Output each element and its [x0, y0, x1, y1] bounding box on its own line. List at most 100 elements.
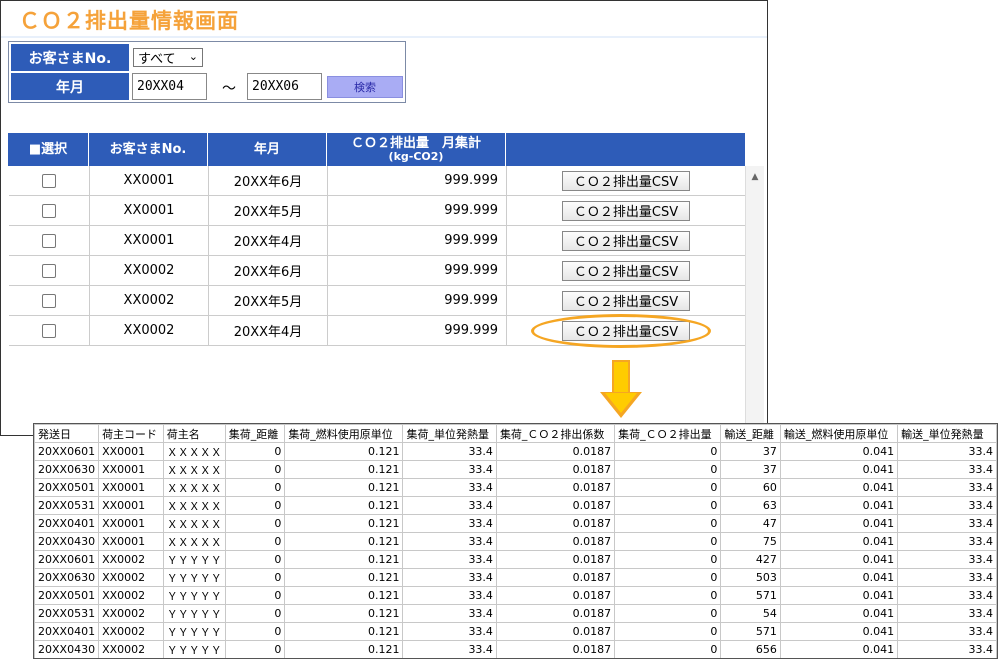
co2-csv-button[interactable]: ＣＯ２排出量CSV	[562, 290, 690, 311]
customer-select[interactable]: すべて ⌄	[133, 48, 203, 67]
csv-cell: 20XX0401	[34, 514, 100, 533]
row-checkbox[interactable]	[42, 293, 56, 308]
row-checkbox[interactable]	[42, 263, 56, 278]
csv-cell: 33.4	[402, 442, 497, 461]
csv-cell: 0.0187	[495, 532, 616, 551]
csv-cell: 0.121	[284, 442, 404, 461]
csv-cell: 0.041	[779, 604, 899, 623]
csv-cell: 33.4	[402, 640, 497, 658]
csv-button-highlight	[531, 314, 711, 348]
csv-cell: 33.4	[897, 478, 997, 497]
csv-cell: 20XX0501	[34, 586, 100, 605]
co2-csv-button[interactable]: ＣＯ２排出量CSV	[562, 170, 690, 191]
csv-row: 20XX0401 XX0002 ＹＹＹＹＹ 0 0.121 33.4 0.0187 0 571 0…	[34, 622, 997, 641]
select-cell	[9, 256, 90, 285]
csv-header-cell: 集荷_単位発熱量	[402, 424, 497, 443]
csv-cell: 33.4	[897, 514, 997, 533]
csv-cell: XX0002	[98, 604, 164, 623]
month-cell: 20XX年6月	[209, 166, 328, 195]
header-customer: お客さまNo.	[89, 133, 208, 166]
csv-cell: 0	[614, 568, 722, 587]
row-checkbox[interactable]	[42, 173, 56, 188]
header-co2-unit: (kg-CO2)	[388, 149, 444, 163]
csv-cell: 33.4	[402, 568, 497, 587]
filter-panel: お客さまNo. すべて ⌄ 年月 20XX04 ～ 20XX06 検索	[8, 41, 406, 103]
csv-cell: XX0001	[98, 478, 164, 497]
csv-row: 20XX0501 XX0001 ＸＸＸＸＸ 0 0.121 33.4 0.0187 0 60 0.…	[34, 478, 997, 497]
csv-cell: 0.0187	[495, 604, 616, 623]
action-cell: ＣＯ２排出量CSV	[507, 256, 746, 285]
csv-cell: 33.4	[897, 586, 997, 605]
csv-cell: 20XX0501	[34, 478, 100, 497]
page-title: ＣＯ２排出量情報画面	[19, 9, 239, 33]
csv-cell: 0.121	[284, 460, 404, 479]
csv-cell: ＸＸＸＸＸ	[162, 442, 226, 461]
csv-cell: 0.121	[284, 640, 404, 658]
csv-cell: 0.041	[779, 550, 899, 569]
csv-cell: 0	[224, 550, 286, 569]
down-arrow-icon	[612, 360, 630, 394]
csv-cell: 0.041	[779, 622, 899, 641]
row-checkbox[interactable]	[42, 203, 56, 218]
table-row: XX0001 20XX年4月 999.999 ＣＯ２排出量CSV	[9, 226, 746, 256]
csv-cell: 0.121	[284, 604, 404, 623]
csv-cell: XX0001	[98, 496, 164, 515]
csv-header-cell: 荷主名	[162, 424, 226, 443]
csv-header-cell: 発送日	[34, 424, 100, 443]
csv-cell: 20XX0601	[34, 442, 100, 461]
csv-cell: 0	[224, 586, 286, 605]
csv-cell: 0.041	[779, 460, 899, 479]
csv-cell: ＹＹＹＹＹ	[162, 622, 226, 641]
csv-cell: XX0002	[98, 586, 164, 605]
header-action	[506, 133, 745, 166]
month-to-input[interactable]: 20XX06	[247, 73, 322, 100]
csv-cell: 37	[720, 460, 781, 479]
co2-value-cell: 999.999	[328, 196, 507, 225]
csv-cell: 20XX0630	[34, 460, 100, 479]
csv-cell: 0	[614, 604, 722, 623]
triangle-up-icon[interactable]: ▲	[746, 172, 764, 182]
csv-row: 20XX0601 XX0001 ＸＸＸＸＸ 0 0.121 33.4 0.0187 0 37 0.…	[34, 442, 997, 461]
csv-row: 20XX0531 XX0002 ＹＹＹＹＹ 0 0.121 33.4 0.0187 0 54 0.…	[34, 604, 997, 623]
co2-csv-button[interactable]: ＣＯ２排出量CSV	[562, 200, 690, 221]
csv-cell: 0	[224, 478, 286, 497]
month-from-input[interactable]: 20XX04	[132, 73, 207, 100]
customer-cell: XX0001	[90, 226, 209, 255]
csv-cell: 0	[224, 496, 286, 515]
csv-cell: 33.4	[897, 442, 997, 461]
vertical-scrollbar[interactable]: ▲	[745, 166, 764, 426]
co2-value-cell: 999.999	[328, 286, 507, 315]
csv-cell: 427	[720, 550, 781, 569]
csv-cell: 0.041	[779, 640, 899, 658]
co2-csv-button[interactable]: ＣＯ２排出量CSV	[562, 260, 690, 281]
customer-cell: XX0002	[90, 316, 209, 345]
csv-cell: 20XX0430	[34, 532, 100, 551]
month-cell: 20XX年4月	[209, 226, 328, 255]
csv-cell: 0.121	[284, 478, 404, 497]
csv-cell: 0.041	[779, 496, 899, 515]
csv-cell: ＹＹＹＹＹ	[162, 640, 226, 658]
header-co2: ＣＯ２排出量 月集計 (kg-CO2)	[327, 133, 506, 166]
csv-cell: 0	[614, 622, 722, 641]
range-separator: ～	[222, 81, 236, 97]
csv-cell: 63	[720, 496, 781, 515]
csv-cell: 656	[720, 640, 781, 658]
down-arrow-head-fill	[605, 393, 637, 413]
header-select[interactable]: ■選択	[8, 133, 89, 166]
csv-cell: ＹＹＹＹＹ	[162, 604, 226, 623]
table-row: XX0001 20XX年6月 999.999 ＣＯ２排出量CSV	[9, 166, 746, 196]
header-month: 年月	[208, 133, 327, 166]
csv-cell: 33.4	[402, 532, 497, 551]
csv-cell: 33.4	[897, 604, 997, 623]
table-header: ■選択 お客さまNo. 年月 ＣＯ２排出量 月集計 (kg-CO2)	[8, 133, 745, 166]
month-cell: 20XX年4月	[209, 316, 328, 345]
csv-header-cell: 輸送_単位発熱量	[897, 424, 997, 443]
row-checkbox[interactable]	[42, 323, 56, 338]
co2-csv-button[interactable]: ＣＯ２排出量CSV	[562, 230, 690, 251]
select-cell	[9, 226, 90, 255]
csv-cell: 0.041	[779, 568, 899, 587]
row-checkbox[interactable]	[42, 233, 56, 248]
csv-cell: 33.4	[897, 532, 997, 551]
search-button[interactable]: 検索	[327, 76, 403, 98]
csv-cell: ＸＸＸＸＸ	[162, 460, 226, 479]
